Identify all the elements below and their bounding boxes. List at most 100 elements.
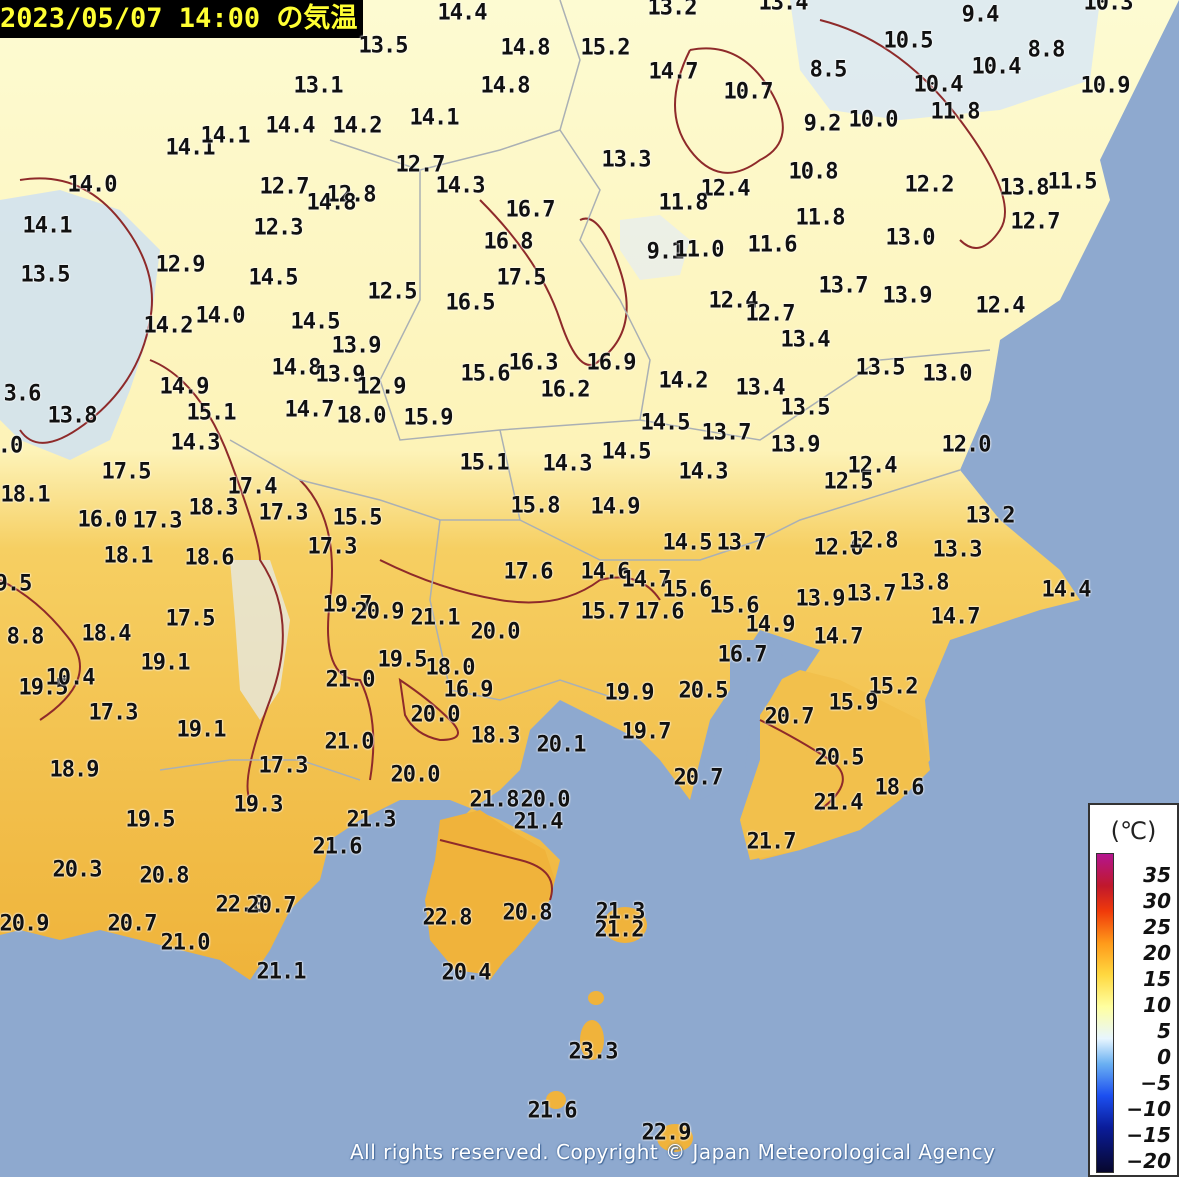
station-temperature: 17.5 — [165, 606, 216, 632]
station-temperature: 13.9 — [882, 283, 933, 309]
station-temperature: 13.5 — [780, 395, 831, 421]
station-temperature: 16.5 — [445, 290, 496, 316]
station-temperature: 16.9 — [586, 350, 637, 376]
station-temperature: 20.5 — [678, 678, 729, 704]
station-temperature: 13.8 — [999, 175, 1050, 201]
station-temperature: 16.2 — [540, 377, 591, 403]
station-temperature: 13.7 — [701, 420, 752, 446]
station-temperature: 17.3 — [258, 753, 309, 779]
station-temperature: 14.2 — [658, 368, 709, 394]
station-temperature: 14.3 — [542, 451, 593, 477]
station-temperature: 13.7 — [818, 273, 869, 299]
station-temperature: 18.6 — [874, 775, 925, 801]
station-temperature: 12.5 — [367, 279, 418, 305]
station-temperature: 15.2 — [580, 35, 631, 61]
station-temperature: 16.7 — [505, 197, 556, 223]
station-temperature: 13.4 — [758, 0, 809, 16]
station-temperature: 20.1 — [536, 732, 587, 758]
station-temperature: 14.8 — [500, 35, 551, 61]
legend-tick: −20 — [1126, 1149, 1171, 1173]
legend-colorbar — [1096, 853, 1114, 1173]
station-temperature: 14.9 — [745, 612, 796, 638]
station-temperature: 12.2 — [904, 172, 955, 198]
station-temperature: 9.5 — [0, 571, 32, 597]
station-temperature: 17.6 — [634, 599, 685, 625]
station-temperature: 11.0 — [674, 237, 725, 263]
legend-tick: 10 — [1143, 993, 1171, 1017]
station-temperature: 19.7 — [621, 719, 672, 745]
station-temperature: 19.5 — [125, 807, 176, 833]
station-temperature: 18.3 — [188, 495, 239, 521]
legend-tick: 5 — [1157, 1019, 1171, 1043]
station-temperature: 14.8 — [306, 190, 357, 216]
station-temperature: 18.0 — [336, 403, 387, 429]
station-temperature: 14.8 — [480, 73, 531, 99]
station-temperature: 13.8 — [47, 403, 98, 429]
station-temperature: 20.0 — [470, 619, 521, 645]
station-temperature: 21.8 — [469, 787, 520, 813]
station-temperature: 16.9 — [443, 677, 494, 703]
station-temperature: 14.4 — [265, 113, 316, 139]
station-temperature: 13.9 — [331, 333, 382, 359]
station-temperature: 15.1 — [459, 450, 510, 476]
station-temperature: 14.4 — [1041, 577, 1092, 603]
station-temperature: 11.8 — [795, 205, 846, 231]
station-temperature: 14.3 — [170, 430, 221, 456]
station-temperature: 14.7 — [284, 397, 335, 423]
station-temperature: 10.4 — [913, 72, 964, 98]
island-toshima — [588, 991, 604, 1005]
station-temperature: 15.1 — [186, 400, 237, 426]
station-temperature: 20.7 — [764, 704, 815, 730]
station-temperature: 12.4 — [975, 293, 1026, 319]
station-temperature: 13.2 — [647, 0, 698, 21]
station-temperature: 13.8 — [899, 570, 950, 596]
station-temperature: 20.0 — [390, 762, 441, 788]
station-temperature: 17.5 — [101, 459, 152, 485]
station-temperature: 13.5 — [855, 355, 906, 381]
station-temperature: 14.0 — [195, 303, 246, 329]
station-temperature: 21.7 — [746, 829, 797, 855]
station-temperature: 14.5 — [662, 530, 713, 556]
station-temperature: 15.7 — [580, 599, 631, 625]
station-temperature: 14.9 — [159, 374, 210, 400]
station-temperature: 8.5 — [809, 57, 848, 83]
station-temperature: 18.4 — [81, 621, 132, 647]
station-temperature: 3.6 — [3, 381, 42, 407]
station-temperature: 21.0 — [324, 729, 375, 755]
station-temperature: 12.9 — [155, 252, 206, 278]
station-temperature: 13.0 — [922, 361, 973, 387]
station-temperature: 14.1 — [409, 105, 460, 131]
station-temperature: 9.2 — [803, 111, 842, 137]
station-temperature: 20.0 — [410, 702, 461, 728]
legend-tick: −5 — [1140, 1071, 1171, 1095]
station-temperature: 11.8 — [930, 99, 981, 125]
station-temperature: 18.6 — [184, 545, 235, 571]
station-temperature: 19.5 — [377, 647, 428, 673]
station-temperature: 19.1 — [176, 717, 227, 743]
station-temperature: 8.8 — [1027, 37, 1066, 63]
station-temperature: 20.7 — [246, 893, 297, 919]
station-temperature: .0 — [0, 433, 23, 459]
station-temperature: 15.6 — [460, 361, 511, 387]
station-temperature: 14.2 — [332, 113, 383, 139]
station-temperature: 12.4 — [700, 176, 751, 202]
station-temperature: 14.5 — [248, 265, 299, 291]
station-temperature: 12.7 — [259, 174, 310, 200]
station-temperature: 16.3 — [508, 350, 559, 376]
station-temperature: 12.7 — [1010, 209, 1061, 235]
station-temperature: 10.3 — [1083, 0, 1134, 16]
station-temperature: 21.2 — [594, 917, 645, 943]
station-temperature: 13.1 — [293, 73, 344, 99]
station-temperature: 20.4 — [441, 960, 492, 986]
station-temperature: 10.0 — [848, 107, 899, 133]
station-temperature: 14.0 — [67, 172, 118, 198]
station-temperature: 20.5 — [814, 745, 865, 771]
station-temperature: 14.5 — [601, 439, 652, 465]
station-temperature: 14.7 — [648, 59, 699, 85]
station-temperature: 10.7 — [723, 79, 774, 105]
station-temperature: 21.1 — [256, 959, 307, 985]
station-temperature: 20.9 — [0, 911, 49, 937]
station-temperature: 23.3 — [568, 1039, 619, 1065]
station-temperature: 13.9 — [795, 586, 846, 612]
station-temperature: 13.2 — [965, 503, 1016, 529]
